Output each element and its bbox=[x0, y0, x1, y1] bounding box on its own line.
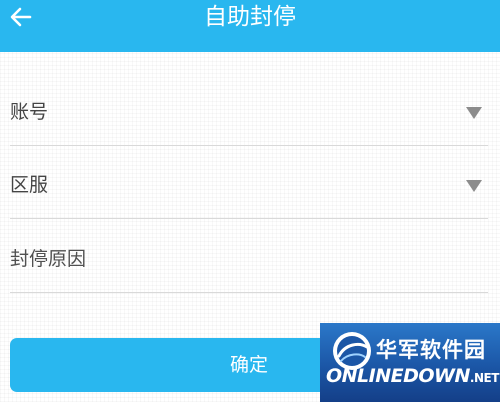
reason-input[interactable]: 封停原因 bbox=[10, 221, 488, 293]
watermark-logo: 华军软件园 ONLINEDOWN.NET bbox=[320, 323, 500, 402]
watermark-en-text: ONLINEDOWN.NET bbox=[326, 365, 499, 387]
server-select[interactable]: 区服 bbox=[10, 147, 488, 219]
reason-placeholder: 封停原因 bbox=[10, 248, 87, 270]
account-label: 账号 bbox=[10, 101, 49, 123]
watermark-en-suffix: .NET bbox=[469, 371, 499, 385]
watermark-cn-text: 华军软件园 bbox=[376, 338, 486, 362]
dropdown-arrow-icon bbox=[466, 107, 482, 119]
server-label: 区服 bbox=[10, 174, 49, 196]
dropdown-arrow-icon bbox=[466, 180, 482, 192]
page-title: 自助封停 bbox=[204, 4, 296, 30]
watermark-en-word: ONLINEDOWN bbox=[326, 365, 470, 387]
account-select[interactable]: 账号 bbox=[10, 74, 488, 146]
app-header: 自助封停 bbox=[0, 0, 500, 52]
